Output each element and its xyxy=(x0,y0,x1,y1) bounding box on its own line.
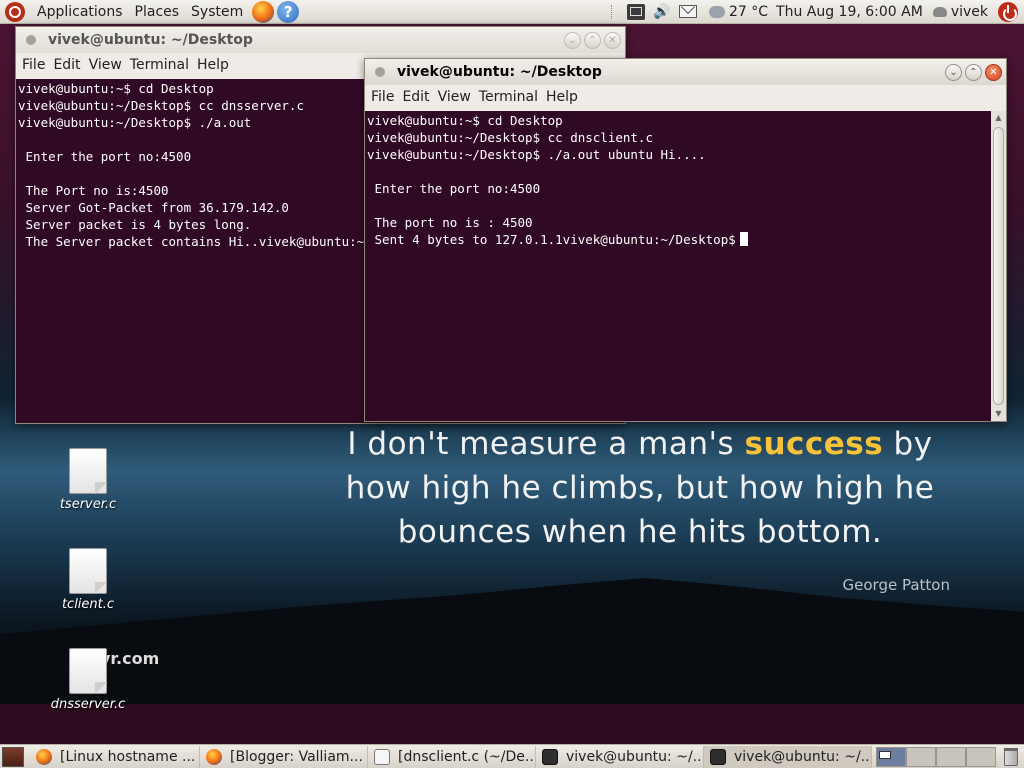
quote-author: George Patton xyxy=(842,576,950,594)
firefox-icon xyxy=(36,748,52,765)
terminal-text: vivek@ubuntu:~$ cd Desktop vivek@ubuntu:… xyxy=(367,113,736,247)
weather-icon[interactable] xyxy=(708,5,725,18)
file-icon xyxy=(69,448,107,494)
window-titlebar[interactable]: vivek@ubuntu: ~/Desktop ⌄ ⌃ ✕ xyxy=(365,59,1006,85)
quote-text-start: I don't measure a man's xyxy=(347,426,745,462)
menu-file[interactable]: File xyxy=(18,57,49,73)
menu-terminal[interactable]: Terminal xyxy=(475,89,542,105)
taskbar-item[interactable]: vivek@ubuntu: ~/... xyxy=(704,745,872,768)
desktop-icon-label: tserver.c xyxy=(59,497,117,512)
minimize-button[interactable]: ⌄ xyxy=(945,63,962,81)
top-panel: Applications Places System ? 27 °C Thu A… xyxy=(0,0,1024,24)
show-desktop-button[interactable] xyxy=(2,746,24,767)
menu-edit[interactable]: Edit xyxy=(49,57,84,73)
tray-grip[interactable] xyxy=(610,4,615,19)
user-icon[interactable] xyxy=(932,6,947,17)
window-controls: ⌄ ⌃ ✕ xyxy=(561,31,621,49)
file-icon xyxy=(69,548,107,594)
window-titlebar[interactable]: vivek@ubuntu: ~/Desktop ⌄ ⌃ ✕ xyxy=(16,27,625,53)
close-button[interactable]: ✕ xyxy=(604,31,621,49)
ubuntu-logo-icon[interactable] xyxy=(5,1,25,22)
taskbar-item-label: [Blogger: Valliam... xyxy=(230,748,363,765)
scroll-down-arrow-icon[interactable]: ▼ xyxy=(991,407,1006,421)
notification-area: 27 °C Thu Aug 19, 6:00 AM vivek xyxy=(610,0,1024,24)
menu-file[interactable]: File xyxy=(367,89,398,105)
trash-icon[interactable] xyxy=(1004,747,1018,766)
workspace-switcher xyxy=(876,746,996,767)
terminal-icon xyxy=(542,748,558,765)
menu-view[interactable]: View xyxy=(434,89,475,105)
help-launcher-icon[interactable]: ? xyxy=(277,0,300,23)
window-controls: ⌄ ⌃ ✕ xyxy=(942,63,1002,81)
taskbar-item[interactable]: [Linux hostname ... xyxy=(30,745,200,768)
taskbar-item-label: [dnsclient.c (~/De... xyxy=(398,748,536,765)
user-name[interactable]: vivek xyxy=(947,4,992,20)
maximize-button[interactable]: ⌃ xyxy=(965,63,982,81)
terminal-cursor xyxy=(739,232,748,246)
bottom-panel: [Linux hostname ... [Blogger: Valliam...… xyxy=(0,744,1024,768)
menubar: File Edit View Terminal Help xyxy=(365,85,1006,109)
desktop-icon-tserver[interactable]: tserver.c xyxy=(38,448,138,512)
desktop-icon-tclient[interactable]: tclient.c xyxy=(38,548,138,612)
menu-terminal[interactable]: Terminal xyxy=(126,57,193,73)
taskbar-item[interactable]: [Blogger: Valliam... xyxy=(200,745,368,768)
scroll-up-arrow-icon[interactable]: ▲ xyxy=(991,111,1006,125)
close-button[interactable]: ✕ xyxy=(985,63,1002,81)
window-menu-icon[interactable] xyxy=(26,35,36,45)
window-title: vivek@ubuntu: ~/Desktop xyxy=(397,64,602,80)
taskbar-item-label: vivek@ubuntu: ~/... xyxy=(734,748,872,765)
terminal-output[interactable]: vivek@ubuntu:~$ cd Desktop vivek@ubuntu:… xyxy=(365,111,991,421)
clock[interactable]: Thu Aug 19, 6:00 AM xyxy=(772,4,927,20)
workspace-2[interactable] xyxy=(906,746,936,767)
desktop-icon-label: tclient.c xyxy=(61,597,115,612)
menu-help[interactable]: Help xyxy=(542,89,582,105)
temperature-label[interactable]: 27 °C xyxy=(725,4,772,20)
client-terminal-window[interactable]: vivek@ubuntu: ~/Desktop ⌄ ⌃ ✕ File Edit … xyxy=(364,58,1007,422)
taskbar-item[interactable]: [dnsclient.c (~/De... xyxy=(368,745,536,768)
maximize-button[interactable]: ⌃ xyxy=(584,31,601,49)
menu-help[interactable]: Help xyxy=(193,57,233,73)
terminal-icon xyxy=(710,748,726,765)
terminal-scrollbar[interactable]: ▲ ▼ xyxy=(991,111,1006,421)
network-icon[interactable] xyxy=(626,3,645,20)
menu-system[interactable]: System xyxy=(185,0,249,24)
volume-icon[interactable] xyxy=(653,4,671,20)
menu-applications[interactable]: Applications xyxy=(31,0,129,24)
window-title: vivek@ubuntu: ~/Desktop xyxy=(48,32,253,48)
taskbar-item-label: vivek@ubuntu: ~/... xyxy=(566,748,704,765)
desktop-icon-label: dnsserver.c xyxy=(50,697,126,712)
workspace-4[interactable] xyxy=(966,746,996,767)
firefox-launcher-icon[interactable] xyxy=(252,0,275,23)
scroll-thumb[interactable] xyxy=(993,127,1004,405)
workspace-1[interactable] xyxy=(876,746,906,767)
mail-icon[interactable] xyxy=(678,5,697,18)
window-menu-icon[interactable] xyxy=(375,67,385,77)
menu-edit[interactable]: Edit xyxy=(398,89,433,105)
wallpaper-quote: I don't measure a man's success by how h… xyxy=(320,422,960,554)
minimize-button[interactable]: ⌄ xyxy=(564,31,581,49)
quote-highlight: success xyxy=(744,426,884,462)
firefox-icon xyxy=(206,748,222,765)
file-icon xyxy=(69,648,107,694)
menu-places[interactable]: Places xyxy=(129,0,186,24)
taskbar-item[interactable]: vivek@ubuntu: ~/... xyxy=(536,745,704,768)
desktop-icon-dnsserver[interactable]: dnsserver.c xyxy=(38,648,138,712)
power-icon[interactable] xyxy=(998,1,1018,22)
menu-view[interactable]: View xyxy=(85,57,126,73)
workspace-3[interactable] xyxy=(936,746,966,767)
taskbar-item-label: [Linux hostname ... xyxy=(60,748,196,765)
text-editor-icon xyxy=(374,748,390,765)
